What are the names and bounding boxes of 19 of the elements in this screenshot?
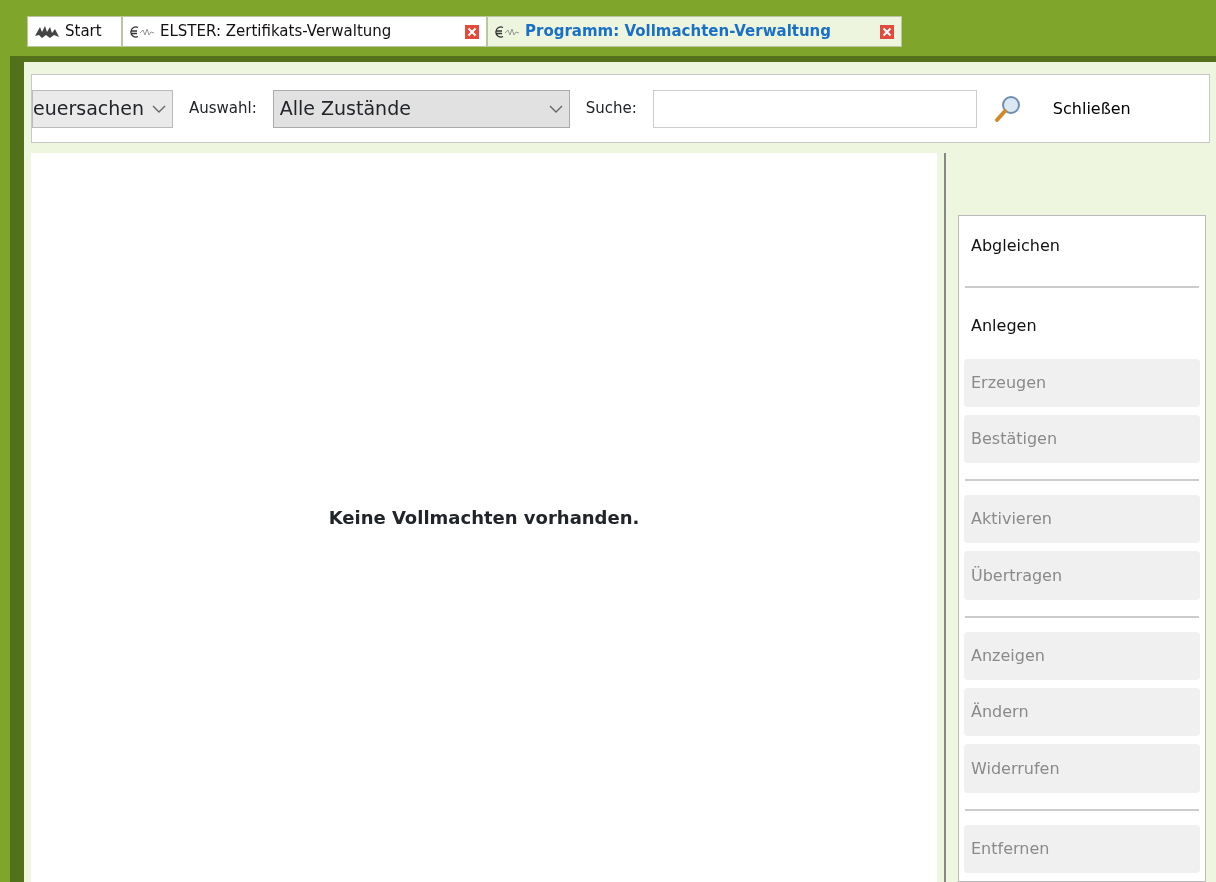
search-icon[interactable] xyxy=(992,93,1023,124)
filter-label: Auswahl: xyxy=(189,98,257,120)
empty-message: Keine Vollmachten vorhanden. xyxy=(328,506,640,530)
tab[interactable]: Programm: Vollmachten-Verwaltung xyxy=(487,16,902,47)
euro-wave-icon xyxy=(494,23,520,40)
close-button[interactable]: Schließen xyxy=(1038,96,1145,121)
action-button[interactable]: Abgleichen xyxy=(964,222,1200,271)
search-label: Suche: xyxy=(585,98,637,120)
tab[interactable]: Start xyxy=(27,16,122,47)
search-field[interactable] xyxy=(652,89,977,128)
category-dropdown[interactable]: euersachen xyxy=(32,89,173,128)
chevron-icon xyxy=(152,103,166,114)
close-icon[interactable] xyxy=(464,23,480,40)
tab[interactable]: ELSTER: Zertifikats-Verwaltung xyxy=(122,16,487,47)
action-button[interactable]: Anlegen xyxy=(964,302,1200,351)
chevron-icon xyxy=(548,103,563,114)
euro-wave-icon xyxy=(129,23,155,40)
filter-dropdown[interactable]: Alle Zustände xyxy=(272,89,570,128)
close-icon[interactable] xyxy=(879,23,895,40)
